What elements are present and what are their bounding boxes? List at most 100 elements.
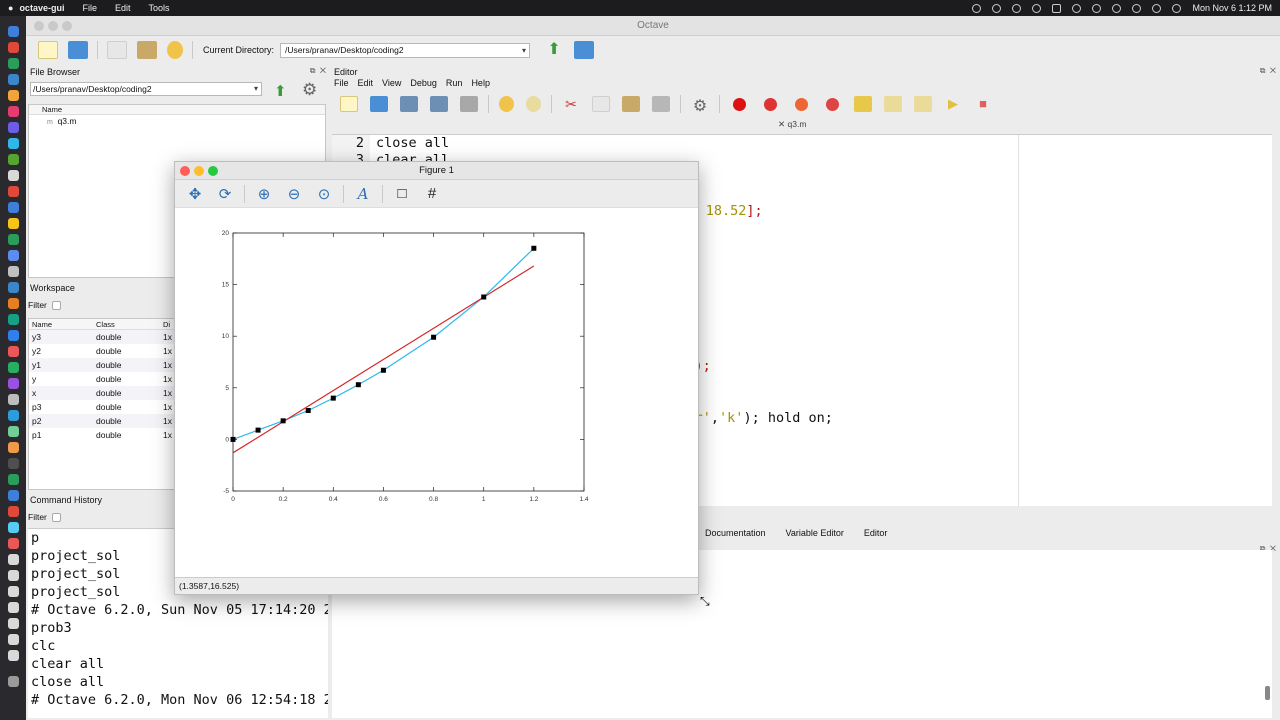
menubar-app-name[interactable]: octave-gui bbox=[19, 3, 73, 13]
bluetooth-icon[interactable] bbox=[1072, 3, 1082, 13]
undo-icon[interactable] bbox=[167, 41, 183, 59]
editor-menu-edit[interactable]: Edit bbox=[358, 78, 374, 88]
step-icon[interactable] bbox=[854, 96, 872, 112]
filter-checkbox[interactable] bbox=[51, 513, 61, 523]
dock-app-icon[interactable] bbox=[8, 378, 19, 389]
list-item[interactable]: # Octave 6.2.0, Sun Nov 05 17:14:20 2 bbox=[28, 601, 328, 619]
siri-icon[interactable] bbox=[1172, 3, 1182, 13]
editor-menu-file[interactable]: File bbox=[334, 78, 349, 88]
dock-app-icon[interactable] bbox=[8, 106, 19, 117]
chevron-down-icon[interactable]: ▾ bbox=[254, 83, 258, 95]
zoom-out-icon[interactable]: ⊖ bbox=[283, 184, 305, 204]
redo-icon[interactable] bbox=[526, 96, 541, 112]
undock-icon[interactable]: ⧉ bbox=[310, 66, 316, 75]
window-minimize-button[interactable] bbox=[48, 21, 58, 31]
dock-app-icon[interactable] bbox=[8, 554, 19, 565]
save-as-icon[interactable] bbox=[430, 96, 448, 112]
next-breakpoint-icon[interactable] bbox=[764, 97, 777, 111]
list-item[interactable]: m q3.m bbox=[29, 115, 325, 127]
dock-app-icon[interactable] bbox=[8, 314, 19, 325]
stop-icon[interactable]: ■ bbox=[974, 96, 992, 112]
new-file-icon[interactable] bbox=[340, 96, 358, 112]
settings-gear-icon[interactable]: ⚙ bbox=[691, 96, 709, 115]
text-icon[interactable]: A bbox=[352, 184, 374, 204]
editor-menu-help[interactable]: Help bbox=[471, 78, 490, 88]
trash-icon[interactable] bbox=[8, 676, 19, 687]
dock-app-icon[interactable] bbox=[8, 634, 19, 645]
print-icon[interactable] bbox=[460, 96, 478, 112]
menubar-edit[interactable]: Edit bbox=[106, 3, 140, 13]
status-icon[interactable] bbox=[972, 3, 982, 13]
dock-app-icon[interactable] bbox=[8, 218, 19, 229]
menubar-tools[interactable]: Tools bbox=[139, 3, 178, 13]
dock-app-icon[interactable] bbox=[8, 458, 19, 469]
list-item[interactable]: clear all bbox=[28, 655, 328, 673]
dock-app-icon[interactable] bbox=[8, 282, 19, 293]
dock-app-icon[interactable] bbox=[8, 410, 19, 421]
dock-app-icon[interactable] bbox=[8, 90, 19, 101]
step-out-icon[interactable] bbox=[914, 96, 932, 112]
vpn-icon[interactable] bbox=[1032, 3, 1042, 13]
dock-app-icon[interactable] bbox=[8, 522, 19, 533]
remove-breakpoints-icon[interactable] bbox=[826, 97, 839, 111]
dock-app-icon[interactable] bbox=[8, 250, 19, 261]
breakpoint-icon[interactable] bbox=[733, 97, 746, 111]
airplay-icon[interactable] bbox=[1092, 3, 1102, 13]
paste-icon[interactable] bbox=[137, 41, 157, 59]
timemachine-icon[interactable] bbox=[1012, 3, 1022, 13]
apple-icon[interactable]: ● bbox=[0, 3, 19, 13]
cut-icon[interactable]: ✂ bbox=[562, 96, 580, 112]
dock-app-icon[interactable] bbox=[8, 362, 19, 373]
tab-documentation[interactable]: Documentation bbox=[705, 528, 766, 538]
menubar-file[interactable]: File bbox=[73, 3, 106, 13]
dock-app-icon[interactable] bbox=[8, 346, 19, 357]
window-zoom-button[interactable] bbox=[62, 21, 72, 31]
dock-app-icon[interactable] bbox=[8, 618, 19, 629]
list-item[interactable]: close all bbox=[28, 673, 328, 691]
dock-app-icon[interactable] bbox=[8, 122, 19, 133]
file-list-header[interactable]: Name bbox=[29, 105, 325, 115]
chevron-down-icon[interactable]: ▾ bbox=[522, 44, 526, 57]
dock-app-icon[interactable] bbox=[8, 186, 19, 197]
figure-minimize-button[interactable] bbox=[194, 166, 204, 176]
file-browser-path[interactable]: /Users/pranav/Desktop/coding2 ▾ bbox=[30, 82, 262, 96]
figure-close-button[interactable] bbox=[180, 166, 190, 176]
dock-app-icon[interactable] bbox=[8, 394, 19, 405]
axes-box-icon[interactable]: □ bbox=[391, 184, 413, 204]
undo-icon[interactable] bbox=[499, 96, 514, 112]
dock-app-icon[interactable] bbox=[8, 538, 19, 549]
dock-app-icon[interactable] bbox=[8, 586, 19, 597]
previous-breakpoint-icon[interactable] bbox=[795, 97, 808, 111]
find-replace-icon[interactable] bbox=[652, 96, 670, 112]
undock-icon[interactable]: ⧉ bbox=[1260, 66, 1266, 75]
rotate-icon[interactable]: ⟳ bbox=[214, 184, 236, 204]
list-item[interactable]: # Octave 6.2.0, Mon Nov 06 12:54:18 2 bbox=[28, 691, 328, 709]
search-icon[interactable] bbox=[1152, 3, 1162, 13]
scrollbar-thumb[interactable] bbox=[1265, 686, 1270, 700]
dock-app-icon[interactable] bbox=[8, 138, 19, 149]
dock-app-icon[interactable] bbox=[8, 474, 19, 485]
control-center-icon[interactable] bbox=[1132, 3, 1142, 13]
dock-app-icon[interactable] bbox=[8, 42, 19, 53]
editor-menu-debug[interactable]: Debug bbox=[410, 78, 437, 88]
dock-app-icon[interactable] bbox=[8, 26, 19, 37]
gear-icon[interactable]: ⚙ bbox=[302, 80, 317, 100]
tab-editor[interactable]: Editor bbox=[864, 528, 888, 538]
dock-app-icon[interactable] bbox=[8, 58, 19, 69]
browse-folder-icon[interactable] bbox=[574, 41, 595, 59]
dock-app-icon[interactable] bbox=[8, 234, 19, 245]
editor-menu-run[interactable]: Run bbox=[446, 78, 463, 88]
dock-app-icon[interactable] bbox=[8, 442, 19, 453]
copy-icon[interactable] bbox=[592, 96, 610, 112]
dock-app-icon[interactable] bbox=[8, 154, 19, 165]
close-tab-icon[interactable]: ✕ bbox=[778, 119, 785, 129]
parent-directory-icon[interactable]: ⬆ bbox=[544, 41, 564, 59]
continue-icon[interactable]: ▶ bbox=[944, 96, 962, 112]
dock-app-icon[interactable] bbox=[8, 266, 19, 277]
menubar-clock[interactable]: Mon Nov 6 1:12 PM bbox=[1192, 3, 1272, 13]
step-in-icon[interactable] bbox=[884, 96, 902, 112]
dock-app-icon[interactable] bbox=[8, 330, 19, 341]
save-icon[interactable] bbox=[400, 96, 418, 112]
dock-app-icon[interactable] bbox=[8, 202, 19, 213]
file-list-name-column[interactable]: Name bbox=[42, 105, 62, 114]
